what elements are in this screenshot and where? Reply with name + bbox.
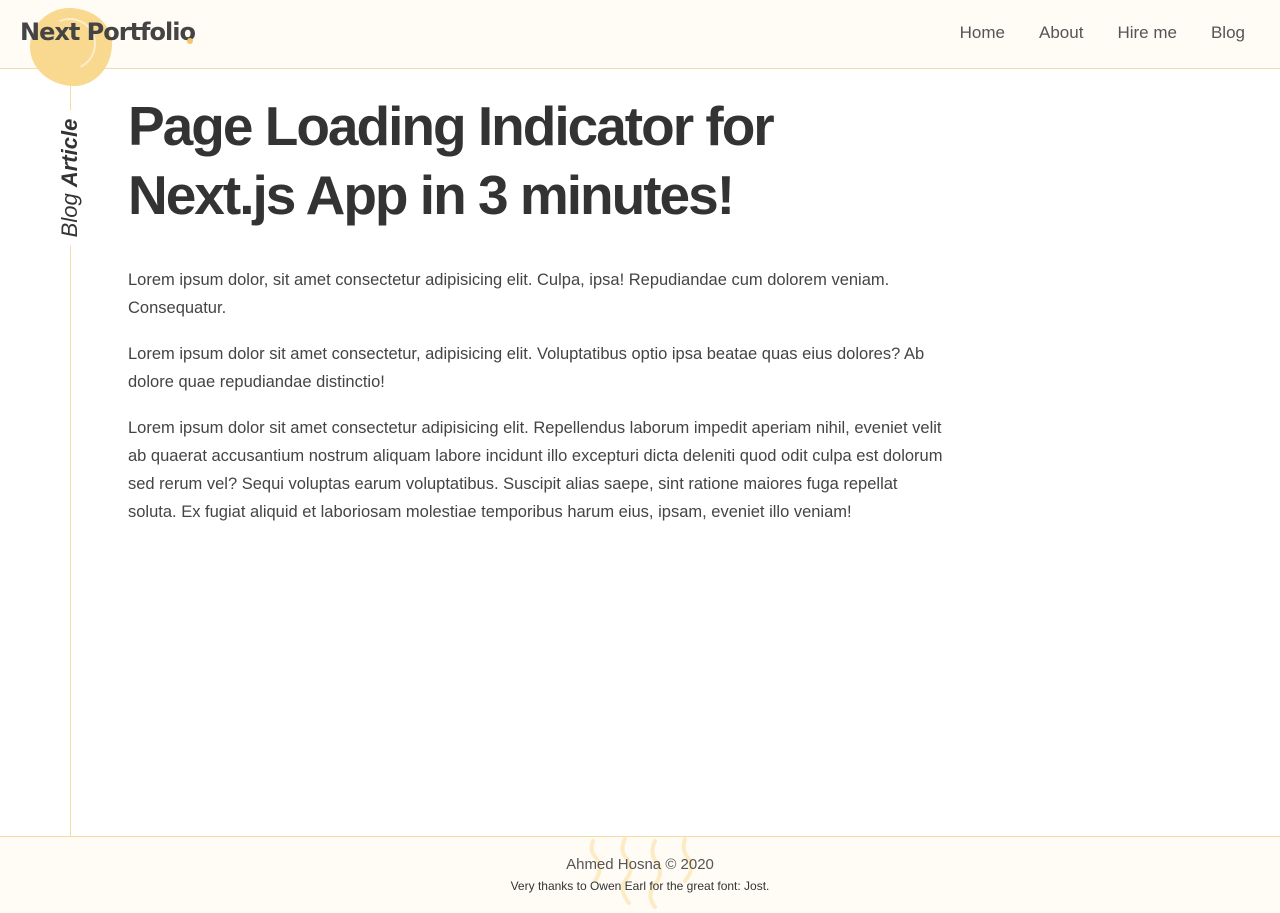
- article: Page Loading Indicator for Next.js App i…: [128, 92, 948, 526]
- article-paragraph-1: Lorem ipsum dolor, sit amet consectetur …: [128, 271, 890, 317]
- site-header: Next Portfolio Home About Hire me Blog: [0, 0, 1280, 86]
- site-footer: Ahmed Hosna © 2020 Very thanks to Owen E…: [0, 836, 1280, 913]
- side-label-blog: Blog: [57, 193, 82, 238]
- footer-copyright: Ahmed Hosna © 2020: [566, 856, 714, 873]
- side-label-article: Article: [57, 118, 82, 188]
- article-paragraph-3: Lorem ipsum dolor sit amet consectetur a…: [128, 419, 943, 521]
- article-title: Page Loading Indicator for Next.js App i…: [128, 95, 775, 226]
- footer-decoration-icon: [589, 837, 694, 909]
- main-nav: Home About Hire me Blog: [926, 22, 1245, 44]
- nav-home-link[interactable]: Home: [960, 22, 1005, 44]
- side-section-label: Blog Article: [57, 110, 83, 246]
- nav-about-link[interactable]: About: [1039, 22, 1083, 44]
- nav-hire-me-link[interactable]: Hire me: [1117, 22, 1177, 44]
- nav-blog-link[interactable]: Blog: [1211, 22, 1245, 44]
- footer-font-credit: Very thanks to Owen Earl for the great f…: [510, 879, 770, 893]
- logo-dot: [187, 38, 193, 44]
- site-logo[interactable]: Next Portfolio: [20, 18, 196, 46]
- article-paragraph-2: Lorem ipsum dolor sit amet consectetur, …: [128, 345, 925, 391]
